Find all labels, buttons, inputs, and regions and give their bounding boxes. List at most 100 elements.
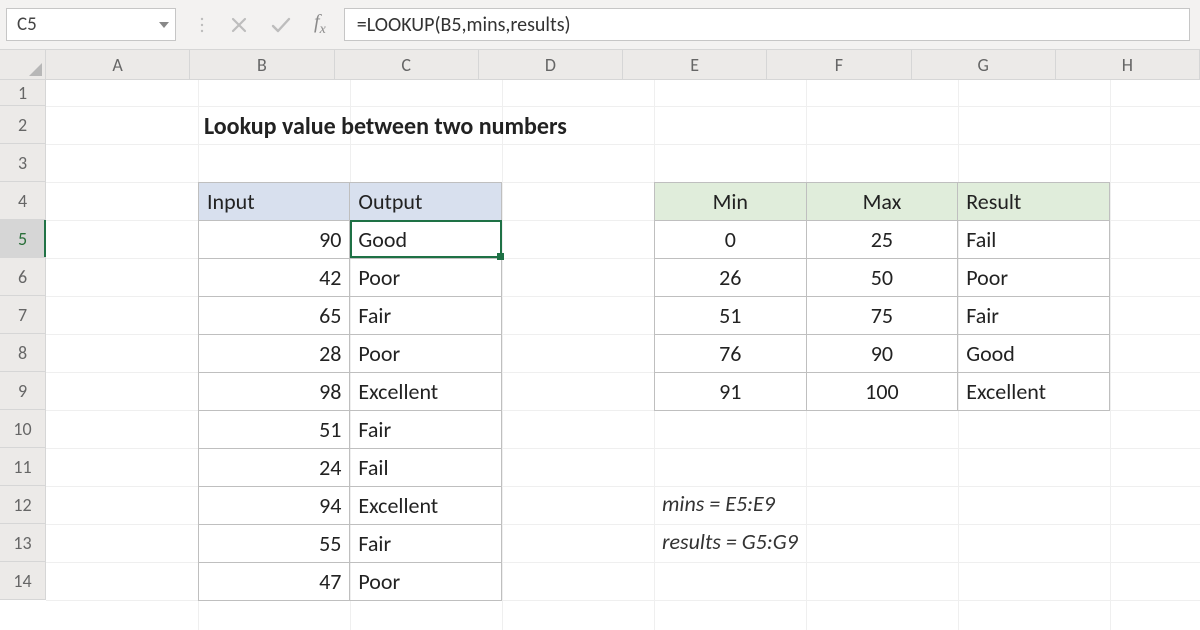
table-row: 55Fair [199,525,502,563]
col-header[interactable]: G [912,50,1056,79]
lookup-header-row: Min Max Result [655,183,1110,221]
col-header[interactable]: C [335,50,479,79]
chevron-down-icon[interactable] [159,22,169,28]
cell-output[interactable]: Good [350,221,502,259]
lookup-header-min[interactable]: Min [655,183,807,221]
cell-max[interactable]: 75 [806,297,958,335]
cell-input[interactable]: 94 [199,487,350,525]
cell-input[interactable]: 90 [199,221,350,259]
row-header[interactable]: 12 [0,486,45,524]
row-header[interactable]: 10 [0,410,45,448]
name-box-value: C5 [17,13,37,36]
cell-max[interactable]: 90 [806,335,958,373]
table-row: 90Good [199,221,502,259]
select-all-corner[interactable] [0,50,46,80]
formula-text: =LOOKUP(B5,mins,results) [357,13,571,37]
page-title: Lookup value between two numbers [204,112,567,141]
table-row: 5175Fair [655,297,1110,335]
cell-input[interactable]: 51 [199,411,350,449]
io-header-input[interactable]: Input [199,183,350,221]
enter-icon[interactable] [270,16,292,34]
row-headers: 1 2 3 4 5 6 7 8 9 10 11 12 13 14 [0,80,46,600]
cell-result[interactable]: Fail [958,221,1110,259]
table-row: 51Fair [199,411,502,449]
formula-bar-buttons: fx [200,11,326,38]
note-results: results = G5:G9 [662,528,798,555]
formula-input[interactable]: =LOOKUP(B5,mins,results) [344,8,1190,41]
row-header[interactable]: 14 [0,562,45,600]
cell-output[interactable]: Excellent [350,487,502,525]
table-row: 025Fail [655,221,1110,259]
spreadsheet: A B C D E F G H 1 2 3 4 5 6 7 8 9 10 11 … [0,50,1200,630]
cell-input[interactable]: 98 [199,373,350,411]
fx-icon[interactable]: fx [314,11,326,38]
cell-input[interactable]: 47 [199,563,350,601]
row-header[interactable]: 13 [0,524,45,562]
row-header[interactable]: 3 [0,144,45,182]
cell-min[interactable]: 51 [655,297,807,335]
cell-output[interactable]: Poor [350,563,502,601]
table-row: 7690Good [655,335,1110,373]
cell-input[interactable]: 55 [199,525,350,563]
cell-output[interactable]: Excellent [350,373,502,411]
table-row: 47Poor [199,563,502,601]
table-row: 65Fair [199,297,502,335]
table-row: 94Excellent [199,487,502,525]
cell-result[interactable]: Excellent [958,373,1110,411]
cell-min[interactable]: 26 [655,259,807,297]
row-header[interactable]: 7 [0,296,45,334]
cell-input[interactable]: 42 [199,259,350,297]
lookup-header-result[interactable]: Result [958,183,1110,221]
row-header-selected[interactable]: 5 [0,220,45,258]
row-header[interactable]: 2 [0,106,45,144]
col-header[interactable]: D [479,50,623,79]
row-header[interactable]: 9 [0,372,45,410]
col-header[interactable]: H [1056,50,1200,79]
cell-max[interactable]: 25 [806,221,958,259]
col-header[interactable]: E [623,50,767,79]
cell-input[interactable]: 28 [199,335,350,373]
row-header[interactable]: 11 [0,448,45,486]
row-header[interactable]: 4 [0,182,45,220]
cell-output[interactable]: Fair [350,525,502,563]
lookup-table: Min Max Result 025Fail 2650Poor 5175Fair… [654,182,1110,411]
cell-min[interactable]: 76 [655,335,807,373]
row-header[interactable]: 8 [0,334,45,372]
table-row: 2650Poor [655,259,1110,297]
cell-min[interactable]: 0 [655,221,807,259]
table-row: 98Excellent [199,373,502,411]
cell-result[interactable]: Fair [958,297,1110,335]
cell-output[interactable]: Fair [350,411,502,449]
table-row: 24Fail [199,449,502,487]
cell-max[interactable]: 100 [806,373,958,411]
row-header[interactable]: 1 [0,80,45,106]
cell-min[interactable]: 91 [655,373,807,411]
col-header[interactable]: F [767,50,911,79]
io-header-row: Input Output [199,183,502,221]
cell-output[interactable]: Poor [350,259,502,297]
cell-max[interactable]: 50 [806,259,958,297]
io-header-output[interactable]: Output [350,183,502,221]
cell-output[interactable]: Poor [350,335,502,373]
cancel-icon[interactable] [230,16,248,34]
row-header[interactable]: 6 [0,258,45,296]
divider-icon [200,15,208,35]
cell-output[interactable]: Fair [350,297,502,335]
cell-result[interactable]: Good [958,335,1110,373]
table-row: 28Poor [199,335,502,373]
grid-area[interactable]: Lookup value between two numbers Input O… [46,80,1200,630]
cell-result[interactable]: Poor [958,259,1110,297]
col-header[interactable]: B [190,50,334,79]
cell-content-layer: Lookup value between two numbers Input O… [46,80,1200,630]
column-headers: A B C D E F G H [46,50,1200,80]
table-row: 42Poor [199,259,502,297]
io-table: Input Output 90Good 42Poor 65Fair 28Poor… [198,182,502,601]
cell-output[interactable]: Fail [350,449,502,487]
cell-input[interactable]: 24 [199,449,350,487]
lookup-header-max[interactable]: Max [806,183,958,221]
table-row: 91100Excellent [655,373,1110,411]
note-mins: mins = E5:E9 [662,490,775,517]
col-header[interactable]: A [46,50,190,79]
name-box[interactable]: C5 [6,8,176,41]
cell-input[interactable]: 65 [199,297,350,335]
